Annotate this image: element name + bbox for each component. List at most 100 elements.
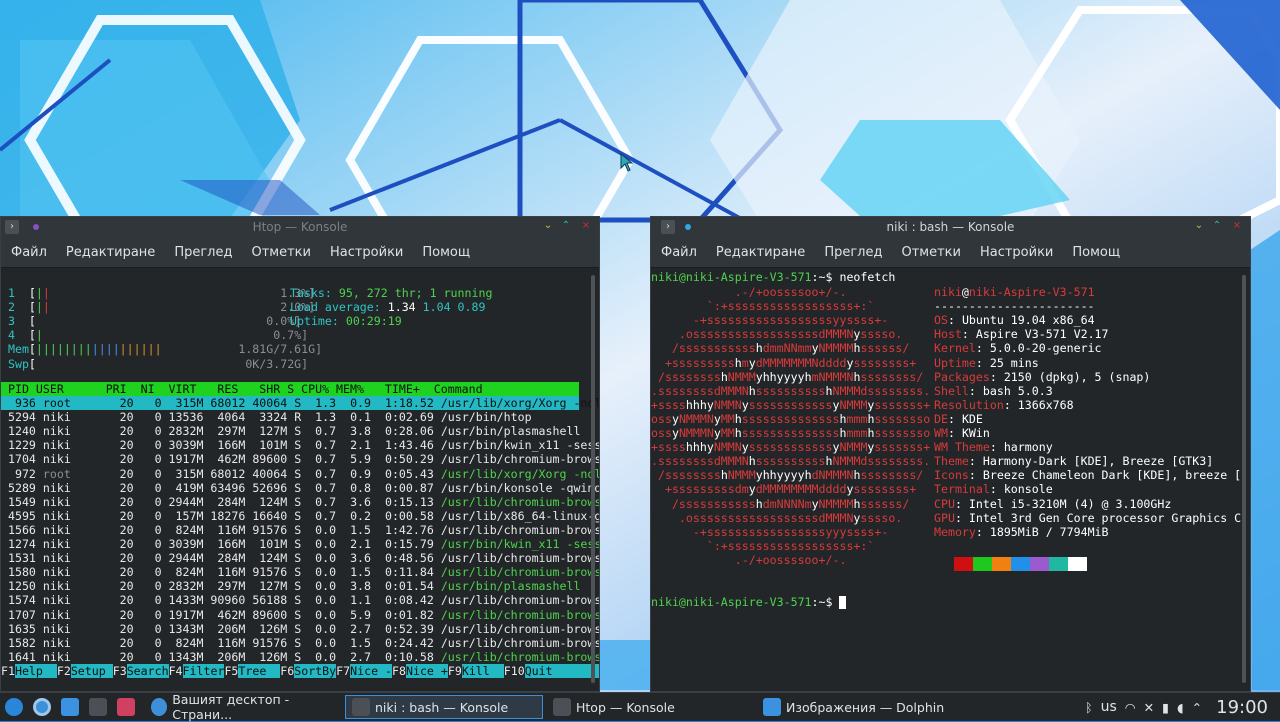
menu-bookmarks[interactable]: Отметки	[251, 245, 310, 260]
tray-expand-icon[interactable]: ⌃	[1192, 700, 1202, 715]
minimize-button[interactable]: ⌄	[541, 219, 555, 233]
res: 206M	[203, 621, 246, 636]
mem: 0.9	[336, 396, 372, 410]
logo-segment: -+ssssssssssssssssss	[651, 313, 833, 328]
volume-icon[interactable]: ◖	[1177, 700, 1184, 715]
menu-help[interactable]: Помощ	[422, 245, 470, 260]
logo-segment: NMMM	[839, 440, 868, 455]
htop-terminal[interactable]: 1 [|| 1.3%] 2 [|| 2.0%] 3 [ 0.0%] 4 [| 0…	[1, 268, 599, 691]
process-row[interactable]: 936 root 20 0 315M 68012 40064 S 1.3 0.9…	[1, 396, 599, 410]
minimize-button[interactable]: ⌄	[1192, 219, 1206, 233]
process-row[interactable]: 1574 niki 20 0 1433M 90960 56188 S 0.0 1…	[1, 593, 599, 608]
fkey-label[interactable]: SortBy	[294, 663, 337, 678]
clock[interactable]: 19:00	[1216, 697, 1268, 718]
menu-bookmarks[interactable]: Отметки	[901, 245, 960, 260]
process-row[interactable]: 1641 niki 20 0 1343M 206M 126M S 0.0 2.7…	[1, 650, 599, 664]
fkey-F10[interactable]: F10	[504, 664, 525, 678]
process-row[interactable]: 1549 niki 20 0 2944M 284M 124M S 0.7 3.6…	[1, 495, 599, 509]
htop-scrollbar[interactable]	[591, 275, 595, 683]
bash-scrollbar[interactable]	[1242, 275, 1246, 683]
menu-file[interactable]: Файл	[11, 245, 47, 260]
task-htop-konsole[interactable]: Htop — Konsole	[547, 695, 753, 719]
logo-segment: NMMM	[727, 468, 756, 483]
process-row[interactable]: 1531 niki 20 0 2944M 284M 124M S 0.0 3.6…	[1, 551, 599, 565]
fkey-F6[interactable]: F6	[280, 664, 294, 678]
process-row[interactable]: 1582 niki 20 0 824M 116M 91576 S 0.0 1.5…	[1, 635, 599, 650]
fkey-label[interactable]: Tree	[238, 663, 281, 678]
app-launcher-icon[interactable]	[5, 698, 23, 716]
process-row[interactable]: 1240 niki 20 0 2832M 297M 127M S 0.7 3.8…	[1, 424, 580, 438]
konsole-icon[interactable]	[89, 698, 107, 716]
user: niki	[42, 452, 106, 467]
fkey-label[interactable]: Help	[14, 663, 57, 678]
menu-settings[interactable]: Настройки	[980, 245, 1053, 260]
process-row[interactable]: 1566 niki 20 0 824M 116M 91576 S 0.0 1.5…	[1, 523, 599, 537]
fkey-F9[interactable]: F9	[448, 664, 462, 678]
process-row[interactable]: 4595 niki 20 0 157M 18276 16640 S 0.7 0.…	[1, 509, 599, 523]
menu-file[interactable]: Файл	[661, 245, 697, 260]
cpu: 0.0	[301, 565, 337, 580]
menu-edit[interactable]: Редактиране	[66, 245, 155, 260]
process-row[interactable]: 1250 niki 20 0 2832M 297M 127M S 0.0 3.8…	[1, 579, 580, 593]
fkey-F3[interactable]: F3	[113, 664, 127, 678]
notifications-icon[interactable]: ✕	[1144, 700, 1154, 715]
fkey-F7[interactable]: F7	[336, 664, 350, 678]
pid: 1574	[1, 593, 36, 608]
fkey-F2[interactable]: F2	[57, 664, 71, 678]
process-row[interactable]: 1229 niki 20 0 3039M 166M 101M S 0.7 2.1…	[1, 438, 599, 453]
htop-window-title: Htop — Konsole	[252, 220, 348, 234]
menu-settings[interactable]: Настройки	[330, 245, 403, 260]
fkey-label[interactable]: Filter	[182, 663, 225, 678]
folder-icon[interactable]	[61, 698, 79, 716]
fkey-F8[interactable]: F8	[392, 664, 406, 678]
process-row[interactable]: 5289 niki 20 0 419M 63496 52696 S 0.7 0.…	[1, 481, 599, 495]
fkey-label[interactable]: Search	[126, 663, 169, 678]
maximize-button[interactable]: ⌃	[1210, 219, 1224, 233]
pid: 1582	[1, 635, 36, 650]
maximize-button[interactable]: ⌃	[559, 219, 573, 233]
system-monitor-icon[interactable]	[117, 698, 135, 716]
menu-view[interactable]: Преглед	[824, 245, 882, 260]
process-row[interactable]: 1704 niki 20 0 1917M 462M 89600 S 0.7 5.…	[1, 452, 599, 467]
process-row[interactable]: 1635 niki 20 0 1343M 206M 126M S 0.0 2.7…	[1, 621, 599, 636]
process-row[interactable]: 972 root 20 0 315M 68012 40064 S 0.7 0.9…	[1, 467, 599, 481]
fkey-label[interactable]: Setup	[70, 663, 113, 678]
fkey-label[interactable]: Quit	[524, 663, 599, 678]
fkey-F4[interactable]: F4	[169, 664, 183, 678]
fkey-label[interactable]: Kill	[461, 663, 504, 678]
keyboard-layout[interactable]: us	[1101, 699, 1117, 715]
cpu: 0.7	[301, 438, 337, 453]
htop-window[interactable]: › Htop — Konsole ⌄ ⌃ × Файл Редактиране …	[0, 216, 600, 692]
bash-titlebar[interactable]: › niki : bash — Konsole ⌄ ⌃ ×	[651, 217, 1250, 237]
close-button[interactable]: ×	[1230, 219, 1244, 233]
task-bash-konsole[interactable]: niki : bash — Konsole	[345, 695, 543, 719]
info-key: DE	[934, 411, 948, 426]
bluetooth-icon[interactable]: ᛒ	[1085, 700, 1093, 715]
menu-edit[interactable]: Редактиране	[716, 245, 805, 260]
bash-terminal[interactable]: niki@niki-Aspire-V3-571:~$ neofetch .-/+…	[651, 268, 1250, 691]
info-value: 25 mins	[989, 355, 1039, 370]
menu-help[interactable]: Помощ	[1072, 245, 1120, 260]
fkey-label[interactable]: Nice -	[350, 663, 393, 678]
process-row[interactable]: 1580 niki 20 0 824M 116M 91576 S 0.0 1.5…	[1, 565, 599, 580]
wifi-icon[interactable]: ◠	[1125, 700, 1136, 715]
bash-window[interactable]: › niki : bash — Konsole ⌄ ⌃ × Файл Редак…	[650, 216, 1251, 692]
menu-view[interactable]: Преглед	[174, 245, 232, 260]
process-row[interactable]: 1274 niki 20 0 3039M 166M 101M S 0.0 2.1…	[1, 537, 599, 551]
process-row[interactable]: 5294 niki 20 0 13536 4064 3324 R 1.3 0.1…	[1, 410, 579, 424]
close-button[interactable]: ×	[579, 219, 593, 233]
htop-titlebar[interactable]: › Htop — Konsole ⌄ ⌃ ×	[1, 217, 599, 237]
ubuntu-logo-line: +sssshhhyNMMNyssssssssssssyNMMMysssssss+	[651, 398, 930, 412]
chromium-icon[interactable]	[33, 698, 51, 716]
fkey-F1[interactable]: F1	[1, 664, 15, 678]
fkey-F5[interactable]: F5	[224, 664, 238, 678]
swap-meter: Swp[ 0K/3.72G]	[1, 357, 308, 371]
task-chromium[interactable]: Вашият десктоп - Страни...	[145, 692, 341, 722]
color-swatch	[992, 557, 1011, 572]
fkey-label[interactable]: Nice +	[405, 663, 448, 678]
process-row[interactable]: 1707 niki 20 0 1917M 462M 89600 S 0.0 5.…	[1, 608, 599, 622]
task-dolphin[interactable]: Изображения — Dolphin	[757, 695, 957, 719]
battery-icon[interactable]: ▮	[1162, 700, 1169, 715]
